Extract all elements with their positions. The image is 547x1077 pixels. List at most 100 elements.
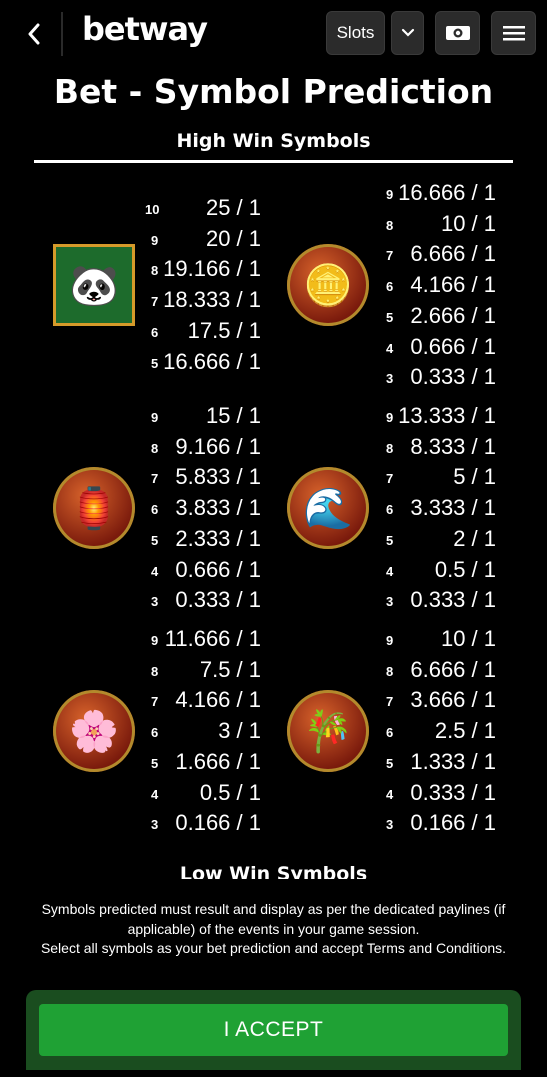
payout-odds: 6.666 / 1 xyxy=(410,241,496,267)
payout-odds: 0.333 / 1 xyxy=(410,364,496,390)
payout-row: 3 0.333 / 1 xyxy=(145,585,261,615)
payout-row: 6 3.333 / 1 xyxy=(380,493,496,523)
payout-odds: 3.333 / 1 xyxy=(410,495,496,521)
section-underline xyxy=(34,160,513,163)
cash-button[interactable] xyxy=(435,11,480,55)
payout-row: 5 2.333 / 1 xyxy=(145,524,261,554)
back-button[interactable] xyxy=(18,18,50,50)
payout-odds: 8.333 / 1 xyxy=(410,433,496,459)
betway-logo[interactable]: betway xyxy=(82,10,208,48)
payout-row: 5 16.666 / 1 xyxy=(145,347,261,377)
payout-row: 6 2.5 / 1 xyxy=(380,716,496,746)
symbol-count: 4 xyxy=(151,563,159,579)
payout-row: 7 18.333 / 1 xyxy=(145,285,261,315)
disclaimer-terms: Select all symbols as your bet predictio… xyxy=(40,940,507,956)
symbol-count: 5 xyxy=(386,755,394,771)
lantern-symbol-icon[interactable]: 🏮 xyxy=(53,467,135,549)
payout-odds: 3.666 / 1 xyxy=(410,687,496,713)
payout-row: 8 8.333 / 1 xyxy=(380,432,496,462)
payout-row: 3 0.166 / 1 xyxy=(380,808,496,838)
payout-odds: 16.666 / 1 xyxy=(398,180,496,205)
accept-button[interactable]: I ACCEPT xyxy=(39,1004,508,1056)
symbol-count: 5 xyxy=(386,532,394,548)
payout-odds: 0.666 / 1 xyxy=(175,556,261,582)
payout-row: 4 0.5 / 1 xyxy=(145,778,261,808)
payout-row: 4 0.333 / 1 xyxy=(380,778,496,808)
hamburger-menu-icon xyxy=(502,26,525,41)
gold-ingot-symbol-icon[interactable]: 🪙 xyxy=(287,244,369,326)
symbol-count: 8 xyxy=(386,217,394,233)
symbol-count: 7 xyxy=(386,471,394,487)
payout-row: 8 10 / 1 xyxy=(380,209,496,239)
menu-button[interactable] xyxy=(491,11,536,55)
disclaimer-paylines: Symbols predicted must result and displa… xyxy=(41,901,506,937)
payout-odds: 0.166 / 1 xyxy=(410,810,496,836)
slots-button[interactable]: Slots xyxy=(326,11,385,55)
payout-row: 3 0.333 / 1 xyxy=(380,362,496,392)
payout-row: 9 16.666 / 1 xyxy=(380,178,496,208)
symbol-count: 7 xyxy=(151,471,159,487)
payout-odds: 0.166 / 1 xyxy=(175,810,261,836)
payout-row: 9 13.333 / 1 xyxy=(380,401,496,431)
slots-dropdown-button[interactable] xyxy=(391,11,424,55)
accept-footer: Symbols predicted must result and displa… xyxy=(0,880,547,1077)
payout-odds: 18.333 / 1 xyxy=(163,287,261,313)
payout-row: 8 9.166 / 1 xyxy=(145,432,261,462)
symbol-count: 6 xyxy=(151,324,159,340)
symbol-count: 9 xyxy=(386,633,394,648)
symbol-count: 5 xyxy=(386,309,394,325)
payout-odds: 0.5 / 1 xyxy=(434,556,496,582)
payout-odds: 13.333 / 1 xyxy=(398,403,496,428)
payout-row: 6 3 / 1 xyxy=(145,716,261,746)
symbol-count: 9 xyxy=(386,187,394,202)
symbol-count: 3 xyxy=(151,594,159,610)
payout-odds: 4.166 / 1 xyxy=(410,272,496,298)
bamboo-symbol-icon[interactable]: 🎋 xyxy=(287,690,369,772)
payout-row: 8 19.166 / 1 xyxy=(145,254,261,284)
symbol-count: 7 xyxy=(151,294,159,310)
symbol-count: 9 xyxy=(386,410,394,425)
waterfall-symbol-icon[interactable]: 🌊 xyxy=(287,467,369,549)
payout-row: 7 5 / 1 xyxy=(380,462,496,492)
payout-odds: 17.5 / 1 xyxy=(187,317,261,343)
payout-row: 5 2 / 1 xyxy=(380,524,496,554)
payout-row: 4 0.666 / 1 xyxy=(145,555,261,585)
payout-odds: 4.166 / 1 xyxy=(175,687,261,713)
payout-odds: 2.666 / 1 xyxy=(410,302,496,328)
symbol-count: 9 xyxy=(151,232,159,248)
chevron-down-icon xyxy=(401,28,414,37)
symbol-count: 6 xyxy=(151,502,159,518)
symbol-count: 5 xyxy=(151,532,159,548)
payout-odds: 0.333 / 1 xyxy=(175,587,261,613)
payout-row: 5 1.666 / 1 xyxy=(145,747,261,777)
payout-row: 5 2.666 / 1 xyxy=(380,301,496,331)
payout-odds: 10 / 1 xyxy=(440,626,496,651)
header-divider xyxy=(61,12,63,56)
payout-odds: 16.666 / 1 xyxy=(163,348,261,374)
blossom-symbol-icon[interactable]: 🌸 xyxy=(53,690,135,772)
payout-odds: 5 / 1 xyxy=(453,464,496,490)
symbol-count: 4 xyxy=(151,786,159,802)
payout-odds: 2 / 1 xyxy=(453,525,496,551)
symbol-count: 3 xyxy=(386,594,394,610)
payout-odds: 3.833 / 1 xyxy=(175,495,261,521)
payout-row: 4 0.666 / 1 xyxy=(380,332,496,362)
symbol-count: 10 xyxy=(145,202,160,217)
symbol-count: 3 xyxy=(151,817,159,833)
low-win-symbols-heading: Low Win Symbols xyxy=(179,863,368,879)
symbol-count: 4 xyxy=(386,563,394,579)
payout-odds: 6.666 / 1 xyxy=(410,656,496,682)
payout-odds: 11.666 / 1 xyxy=(164,626,261,651)
payout-row: 3 0.166 / 1 xyxy=(145,808,261,838)
panda-symbol-icon[interactable]: 🐼 xyxy=(53,244,135,326)
symbol-count: 4 xyxy=(386,340,394,356)
payout-odds: 0.5 / 1 xyxy=(199,779,261,805)
symbol-count: 6 xyxy=(151,725,159,741)
banknote-icon xyxy=(445,26,470,40)
payout-row: 5 1.333 / 1 xyxy=(380,747,496,777)
symbol-count: 4 xyxy=(386,786,394,802)
page-title: Bet - Symbol Prediction xyxy=(53,72,494,111)
symbol-count: 3 xyxy=(386,817,394,833)
payout-odds: 7.5 / 1 xyxy=(199,656,261,682)
payout-odds: 0.666 / 1 xyxy=(410,333,496,359)
